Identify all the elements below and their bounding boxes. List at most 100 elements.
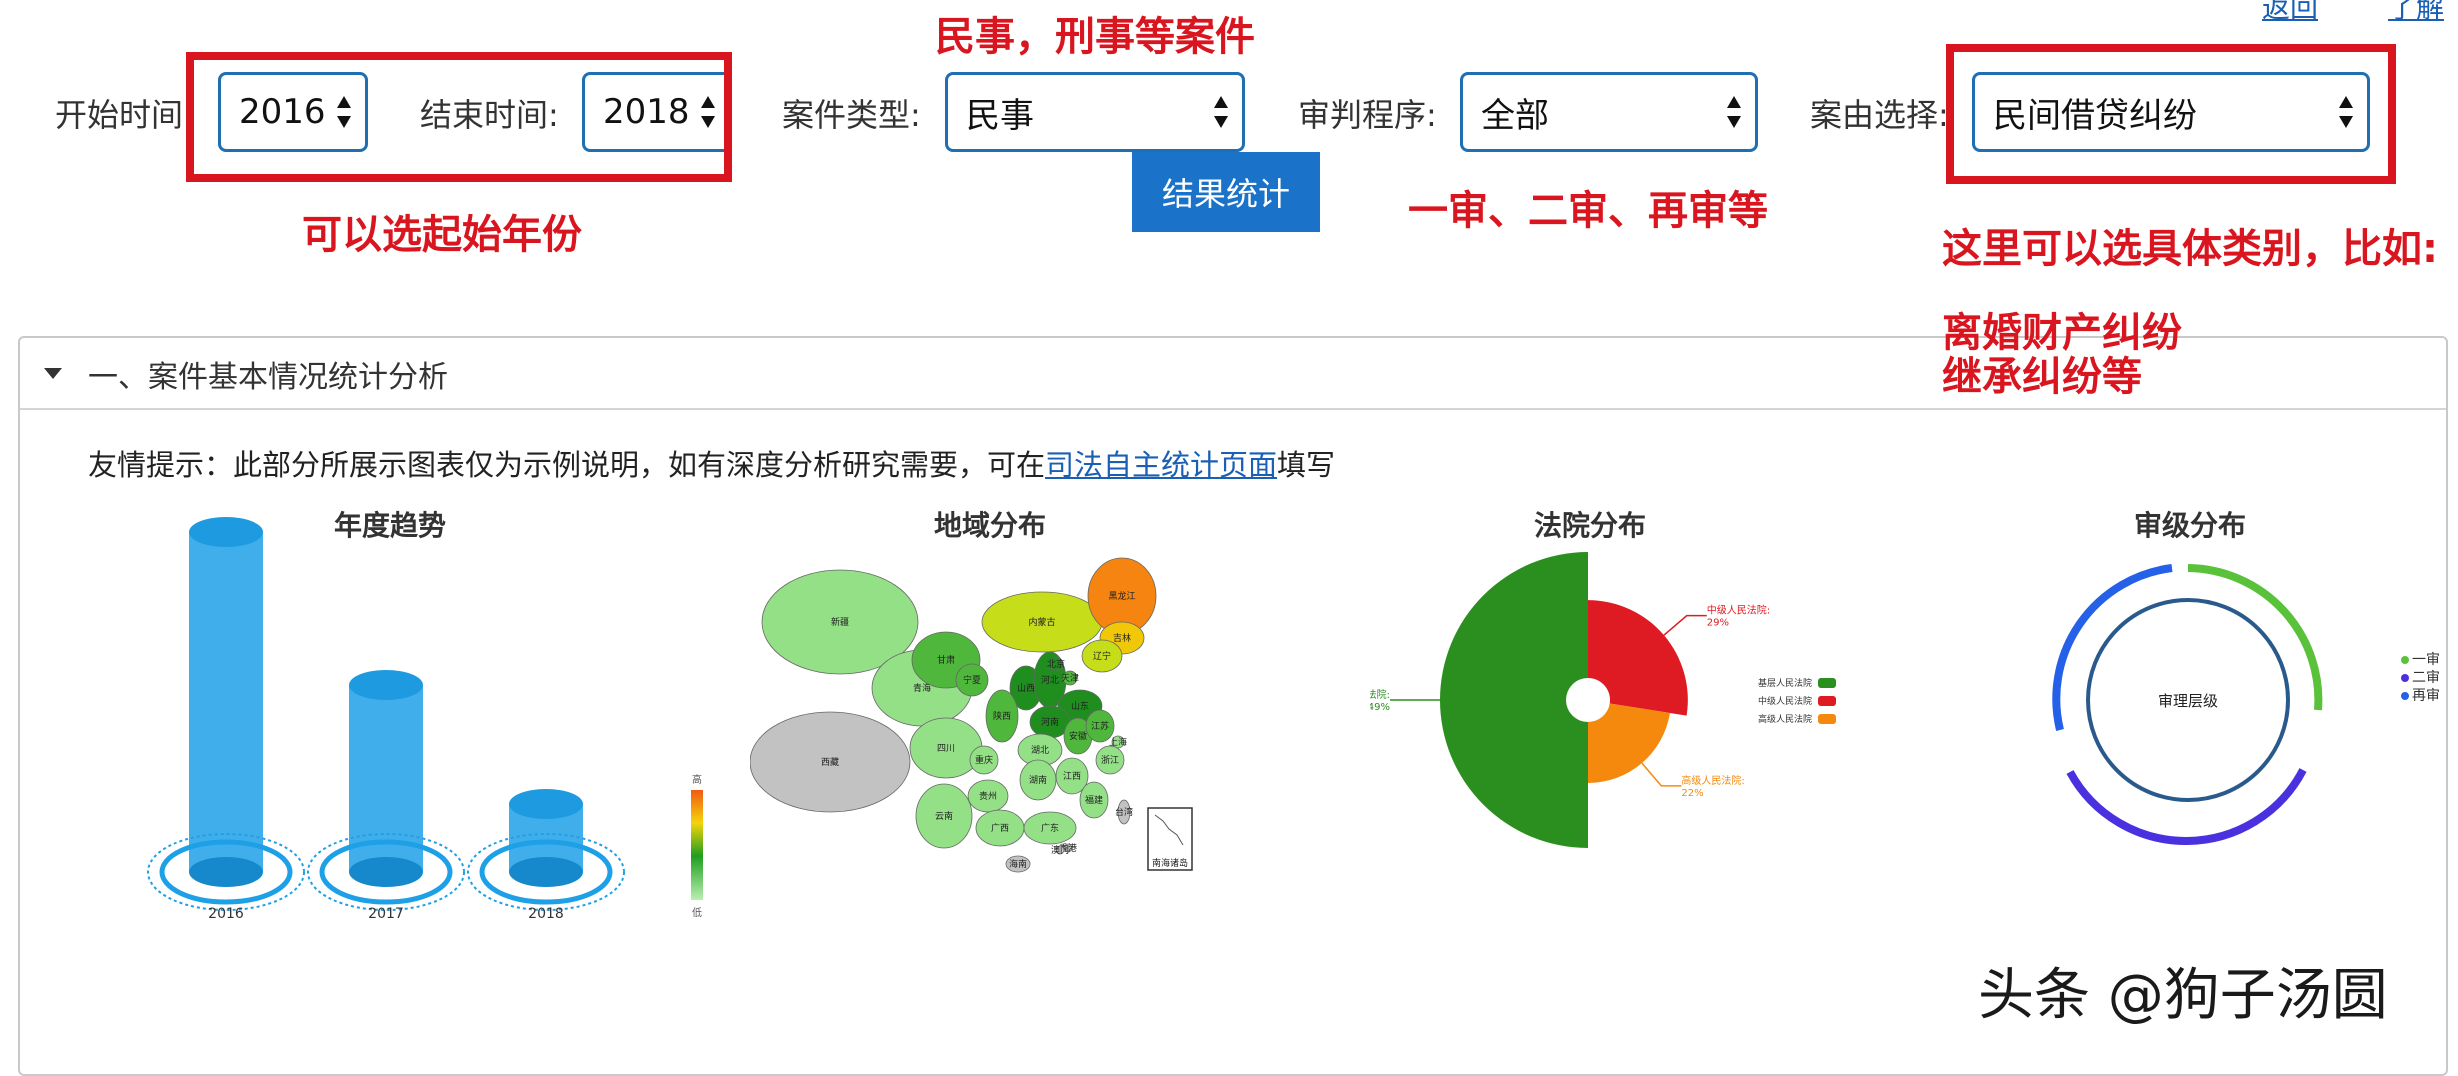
- slice-leader: [1641, 762, 1682, 787]
- case-type-select[interactable]: 民事: [945, 72, 1245, 152]
- region-label: 西藏: [821, 756, 839, 768]
- x-tick-2018: 2018: [528, 906, 564, 922]
- legend-label: 再审: [2412, 688, 2440, 704]
- region-辽宁: 辽宁: [1081, 639, 1123, 673]
- region-label: 澳门: [1051, 844, 1069, 856]
- region-西藏: 西藏: [750, 711, 911, 813]
- region-label: 湖北: [1031, 745, 1049, 756]
- stats-button[interactable]: 结果统计: [1132, 152, 1320, 232]
- section-title[interactable]: 一、案件基本情况统计分析: [88, 352, 448, 396]
- slice-中级人民法院: 中级人民法院:29%: [1588, 600, 1770, 716]
- legend-swatch: [1818, 714, 1836, 724]
- region-label: 贵州: [979, 790, 997, 802]
- yearly-trend-chart: 2016 2017 2018: [147, 517, 625, 922]
- slice-value-label: 49%: [1370, 702, 1390, 713]
- slice-value-label: 22%: [1681, 788, 1703, 799]
- select-arrows-icon: [1727, 96, 1741, 128]
- legend-swatch: [1818, 678, 1836, 688]
- legend-high-label: 高: [692, 773, 702, 786]
- legend-item-中级人民法院[interactable]: 中级人民法院: [1758, 695, 1836, 707]
- region-label: 福建: [1085, 794, 1103, 806]
- region-澳门: 澳门: [1051, 844, 1069, 856]
- legend-item-高级人民法院[interactable]: 高级人民法院: [1758, 713, 1836, 725]
- region-label: 河北: [1041, 674, 1059, 686]
- region-宁夏: 宁夏: [955, 663, 989, 697]
- legend-label: 高级人民法院: [1758, 713, 1812, 725]
- region-label: 安徽: [1069, 730, 1087, 742]
- case-type-value: 民事: [966, 95, 1034, 136]
- legend-label: 中级人民法院: [1758, 695, 1812, 707]
- map-inset-box: 南海诸岛: [1147, 807, 1193, 871]
- region-湖南: 湖南: [1019, 759, 1057, 801]
- region-云南: 云南: [915, 783, 973, 849]
- judicial-stats-link[interactable]: 司法自主统计页面: [1045, 448, 1277, 482]
- region-内蒙古: 内蒙古: [981, 591, 1103, 653]
- cylinder-bottom: [509, 857, 583, 887]
- bar-2017: 2017: [307, 670, 465, 922]
- slice-name-label: 基层人民法院:: [1370, 688, 1390, 701]
- start-time-label: 开始时间: [55, 96, 184, 134]
- legend-item-二审[interactable]: 二审: [2401, 670, 2440, 686]
- case-type-annotation: 民事，刑事等案件: [935, 14, 1255, 60]
- region-label: 广东: [1041, 822, 1059, 834]
- region-label: 湖南: [1029, 774, 1047, 786]
- slice-shape: [1588, 600, 1688, 716]
- case-type-label: 案件类型:: [782, 96, 921, 134]
- watermark: 头条 @狗子汤圆: [1978, 963, 2388, 1028]
- map-legend: 高 低: [691, 773, 703, 919]
- region-label: 黑龙江: [1108, 590, 1135, 602]
- cylinder-bottom: [189, 857, 263, 887]
- region-广西: 广西: [975, 809, 1025, 847]
- ring-arc-first-instance: [2187, 564, 2323, 711]
- cause-label: 案由选择:: [1810, 96, 1949, 134]
- level-center-label: 审理层级: [2158, 692, 2218, 710]
- region-label: 重庆: [975, 754, 993, 766]
- cylinder-top: [349, 670, 423, 700]
- region-贵州: 贵州: [967, 779, 1009, 813]
- region-福建: 福建: [1079, 781, 1109, 819]
- legend-label: 二审: [2412, 670, 2440, 686]
- slice-value-label: 29%: [1707, 618, 1729, 629]
- region-label: 内蒙古: [1028, 616, 1055, 628]
- legend-gradient-bar: [691, 790, 703, 900]
- region-map-chart: 新疆西藏青海甘肃内蒙古宁夏黑龙江吉林辽宁山西河北北京天津山东河南陕西四川重庆湖北…: [750, 557, 1193, 873]
- slice-shape: [1440, 552, 1588, 848]
- learn-link[interactable]: 了解: [2388, 0, 2444, 26]
- region-陕西: 陕西: [985, 689, 1019, 743]
- region-label: 江苏: [1091, 720, 1109, 732]
- procedure-annotation: 一审、二审、再审等: [1408, 188, 1768, 234]
- region-label: 北京: [1047, 658, 1065, 670]
- legend-item-基层人民法院[interactable]: 基层人民法院: [1758, 677, 1836, 689]
- region-label: 新疆: [831, 616, 849, 628]
- legend-label: 基层人民法院: [1758, 677, 1812, 689]
- region-label: 江西: [1063, 771, 1081, 782]
- region-label: 台湾: [1115, 806, 1133, 818]
- region-海南: 海南: [1005, 855, 1031, 873]
- slice-leader: [1663, 614, 1707, 636]
- legend-dot: [2401, 656, 2409, 664]
- slice-name-label: 中级人民法院:: [1707, 604, 1770, 617]
- legend-low-label: 低: [692, 906, 702, 919]
- back-link[interactable]: 返回: [2262, 0, 2318, 26]
- region-台湾: 台湾: [1115, 799, 1133, 825]
- bar-2018: 2018: [467, 789, 625, 922]
- region-label: 天津: [1061, 673, 1079, 684]
- chart-title-level: 审级分布: [2134, 509, 2247, 542]
- tip-suffix: 填写: [1277, 448, 1336, 482]
- legend-item-一审[interactable]: 一审: [2401, 652, 2440, 668]
- slice-shape: [1588, 703, 1670, 783]
- cylinder-top: [189, 517, 263, 547]
- legend-item-再审[interactable]: 再审: [2401, 688, 2440, 704]
- region-label: 吉林: [1113, 632, 1131, 644]
- cause-highlight-box: [1946, 44, 2396, 184]
- region-北京: 北京: [1047, 656, 1065, 672]
- procedure-select[interactable]: 全部: [1460, 72, 1758, 152]
- level-legend: 一审二审再审: [2401, 652, 2440, 704]
- slice-name-label: 高级人民法院:: [1681, 774, 1744, 787]
- region-四川: 四川: [909, 717, 983, 779]
- cause-annotation-line3: 继承纠纷等: [1942, 354, 2142, 400]
- bar-2016: 2016: [147, 517, 305, 922]
- procedure-value: 全部: [1481, 95, 1549, 136]
- collapse-triangle-icon[interactable]: [42, 364, 64, 382]
- region-label: 宁夏: [963, 674, 981, 686]
